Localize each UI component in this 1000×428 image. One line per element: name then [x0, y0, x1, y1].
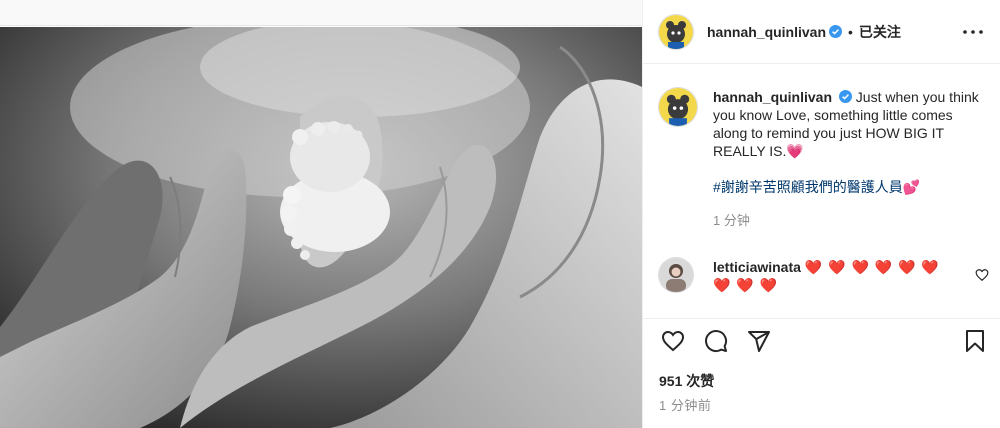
caption-username[interactable]: hannah_quinlivan — [713, 89, 832, 105]
following-button[interactable]: 已关注 — [859, 22, 901, 42]
likes-count[interactable]: 951 次赞 — [659, 371, 714, 391]
caption-avatar[interactable] — [659, 88, 697, 126]
comment-username[interactable]: letticiawinata — [713, 259, 801, 275]
baby-feet-photo — [0, 27, 642, 428]
hashtag-link[interactable]: #謝謝辛苦照顧我們的醫護人員💕 — [713, 178, 989, 196]
post-timestamp[interactable]: 1 分钟前 — [659, 395, 711, 414]
more-options-icon[interactable] — [961, 22, 985, 42]
separator-dot: • — [848, 23, 853, 40]
commenter-avatar[interactable] — [659, 258, 693, 292]
comment-heart-icon[interactable] — [975, 268, 989, 282]
comment-icon[interactable] — [704, 329, 728, 353]
caption-timestamp[interactable]: 1 分钟 — [713, 212, 989, 230]
caption-body: hannah_quinlivan Just when you think you… — [713, 88, 989, 230]
post-caption: hannah_quinlivan Just when you think you… — [659, 88, 989, 230]
post-side-panel: hannah_quinlivan • 已关注 hannah_quinlivan — [642, 0, 1000, 428]
comment-item: letticiawinata ❤️ ❤️ ❤️ ❤️ ❤️ ❤️ ❤️ ❤️ ❤… — [659, 258, 989, 294]
comment-body: letticiawinata ❤️ ❤️ ❤️ ❤️ ❤️ ❤️ ❤️ ❤️ ❤… — [713, 258, 959, 294]
top-strip — [0, 0, 642, 26]
baby-foot-right — [290, 121, 370, 192]
action-bar — [643, 318, 1000, 364]
post-photo[interactable] — [0, 27, 642, 428]
avatar[interactable] — [659, 14, 693, 49]
share-icon[interactable] — [747, 329, 771, 353]
verified-badge-icon — [829, 25, 843, 38]
heart-icon[interactable] — [661, 329, 685, 353]
header-username[interactable]: hannah_quinlivan — [707, 24, 826, 40]
verified-badge-icon — [838, 89, 852, 103]
post-header: hannah_quinlivan • 已关注 — [643, 0, 1000, 64]
bookmark-icon[interactable] — [963, 329, 987, 353]
